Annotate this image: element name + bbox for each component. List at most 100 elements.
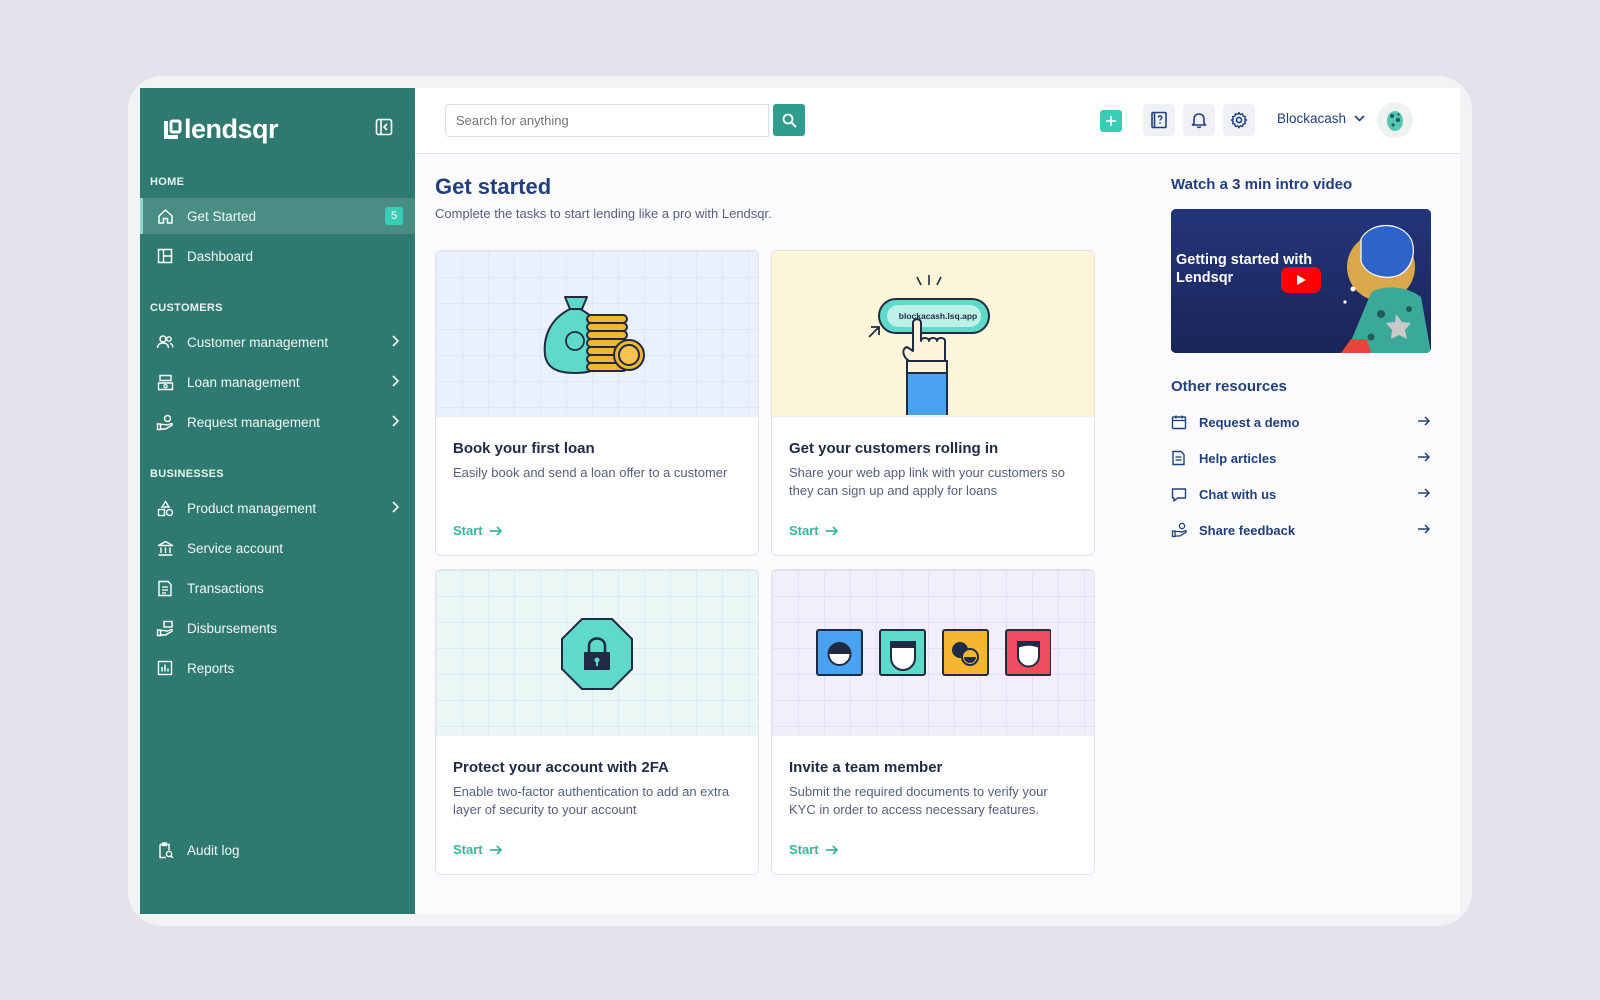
sidebar: lendsqr HOME Get Started 5 Dashboard CUS… xyxy=(140,88,415,914)
start-button[interactable]: Start xyxy=(453,842,503,857)
play-button[interactable] xyxy=(1281,267,1321,293)
request-icon xyxy=(155,412,175,432)
bar-chart-icon xyxy=(155,658,175,678)
sidebar-item-audit-log[interactable]: Audit log xyxy=(140,832,415,868)
search-icon xyxy=(782,113,797,128)
arrow-right-icon xyxy=(825,525,838,536)
card-description: Share your web app link with your custom… xyxy=(789,465,1066,498)
arrow-right-icon xyxy=(825,844,838,855)
brand-logo[interactable]: lendsqr xyxy=(162,114,279,145)
sidebar-item-service-account[interactable]: Service account xyxy=(140,530,415,566)
search-button[interactable] xyxy=(773,104,805,136)
sidebar-item-label: Request management xyxy=(187,414,320,430)
product-icon xyxy=(155,498,175,518)
chevron-right-icon xyxy=(392,415,399,427)
task-card-2fa[interactable]: Protect your account with 2FA Enable two… xyxy=(435,569,759,875)
sidebar-item-label: Dashboard xyxy=(187,248,254,264)
start-label: Start xyxy=(789,842,819,857)
resource-chat-with-us[interactable]: Chat with us xyxy=(1171,482,1431,506)
document-icon xyxy=(1171,450,1191,466)
sidebar-item-label: Product management xyxy=(187,500,317,516)
start-label: Start xyxy=(789,523,819,538)
arrow-right-icon xyxy=(1418,524,1431,534)
plus-icon xyxy=(1106,116,1116,126)
feedback-hand-icon xyxy=(1171,522,1191,538)
sidebar-item-transactions[interactable]: Transactions xyxy=(140,570,415,606)
sidebar-item-label: Audit log xyxy=(187,842,240,858)
card-illustration xyxy=(436,251,758,417)
card-illustration: blockacash.lsq.app xyxy=(772,251,1094,417)
resource-help-articles[interactable]: Help articles xyxy=(1171,446,1431,470)
brand-name: lendsqr xyxy=(184,114,279,144)
money-bag-coins-icon xyxy=(543,296,645,375)
transactions-icon xyxy=(155,578,175,598)
card-title: Book your first loan xyxy=(453,440,595,457)
app-window: lendsqr HOME Get Started 5 Dashboard CUS… xyxy=(140,88,1460,914)
start-button[interactable]: Start xyxy=(789,523,839,538)
sidebar-item-customer-management[interactable]: Customer management xyxy=(140,324,415,360)
sidebar-item-dashboard[interactable]: Dashboard xyxy=(140,238,415,274)
team-avatars-icon xyxy=(816,629,1051,676)
start-button[interactable]: Start xyxy=(453,523,503,538)
card-description: Enable two-factor authentication to add … xyxy=(453,784,730,817)
loan-icon xyxy=(155,372,175,392)
user-name: Blockacash xyxy=(1277,111,1347,126)
account-switcher[interactable]: Blockacash xyxy=(1277,111,1365,126)
resource-label: Request a demo xyxy=(1199,414,1300,430)
collapse-sidebar-icon[interactable] xyxy=(375,118,393,136)
start-label: Start xyxy=(453,523,483,538)
sidebar-item-loan-management[interactable]: Loan management xyxy=(140,364,415,400)
sidebar-item-label: Disbursements xyxy=(187,620,278,636)
task-card-book-loan[interactable]: Book your first loan Easily book and sen… xyxy=(435,250,759,556)
resource-label: Chat with us xyxy=(1199,486,1277,502)
resource-label: Help articles xyxy=(1199,450,1277,466)
bell-icon xyxy=(1191,113,1207,129)
sidebar-item-get-started[interactable]: Get Started 5 xyxy=(140,198,415,234)
settings-button[interactable] xyxy=(1223,104,1255,136)
help-button[interactable] xyxy=(1143,104,1175,136)
arrow-right-icon xyxy=(489,844,502,855)
task-card-customers[interactable]: blockacash.lsq.app Get your customers ro… xyxy=(771,250,1095,556)
card-description: Easily book and send a loan offer to a c… xyxy=(453,465,728,480)
sidebar-item-label: Service account xyxy=(187,540,284,556)
section-home: HOME xyxy=(150,176,185,188)
lendsqr-logo-icon xyxy=(164,119,182,139)
card-description: Submit the required documents to verify … xyxy=(789,784,1048,817)
disbursement-icon xyxy=(155,618,175,638)
bank-icon xyxy=(155,538,175,558)
dashboard-icon xyxy=(155,246,175,266)
intro-video-thumbnail[interactable]: Getting started with Lendsqr xyxy=(1171,209,1431,353)
video-section-title: Watch a 3 min intro video xyxy=(1171,176,1353,193)
sidebar-item-label: Loan management xyxy=(187,374,300,390)
avatar-image-icon xyxy=(1387,111,1403,131)
resource-label: Share feedback xyxy=(1199,522,1296,538)
resource-share-feedback[interactable]: Share feedback xyxy=(1171,518,1431,542)
help-book-icon xyxy=(1151,111,1167,129)
arrow-right-icon xyxy=(1418,488,1431,498)
avatar[interactable] xyxy=(1377,102,1413,138)
resource-request-demo[interactable]: Request a demo xyxy=(1171,410,1431,434)
link-share-hand-icon xyxy=(868,275,990,415)
sidebar-item-reports[interactable]: Reports xyxy=(140,650,415,686)
card-title: Invite a team member xyxy=(789,759,943,776)
quick-add-button[interactable] xyxy=(1100,110,1122,132)
home-icon xyxy=(155,206,175,226)
notifications-button[interactable] xyxy=(1183,104,1215,136)
task-card-invite-team[interactable]: Invite a team member Submit the required… xyxy=(771,569,1095,875)
arrow-right-icon xyxy=(1418,416,1431,426)
chevron-right-icon xyxy=(392,375,399,387)
sidebar-item-product-management[interactable]: Product management xyxy=(140,490,415,526)
start-label: Start xyxy=(453,842,483,857)
sidebar-item-request-management[interactable]: Request management xyxy=(140,404,415,440)
arrow-right-icon xyxy=(1418,452,1431,462)
get-started-badge: 5 xyxy=(385,207,403,225)
arrow-right-icon xyxy=(489,525,502,536)
search-input[interactable] xyxy=(445,104,769,137)
sidebar-item-label: Transactions xyxy=(187,580,264,596)
sidebar-item-disbursements[interactable]: Disbursements xyxy=(140,610,415,646)
card-title: Get your customers rolling in xyxy=(789,440,999,457)
section-businesses: BUSINESSES xyxy=(150,468,224,480)
sidebar-item-label: Reports xyxy=(187,660,235,676)
start-button[interactable]: Start xyxy=(789,842,839,857)
chevron-right-icon xyxy=(392,501,399,513)
